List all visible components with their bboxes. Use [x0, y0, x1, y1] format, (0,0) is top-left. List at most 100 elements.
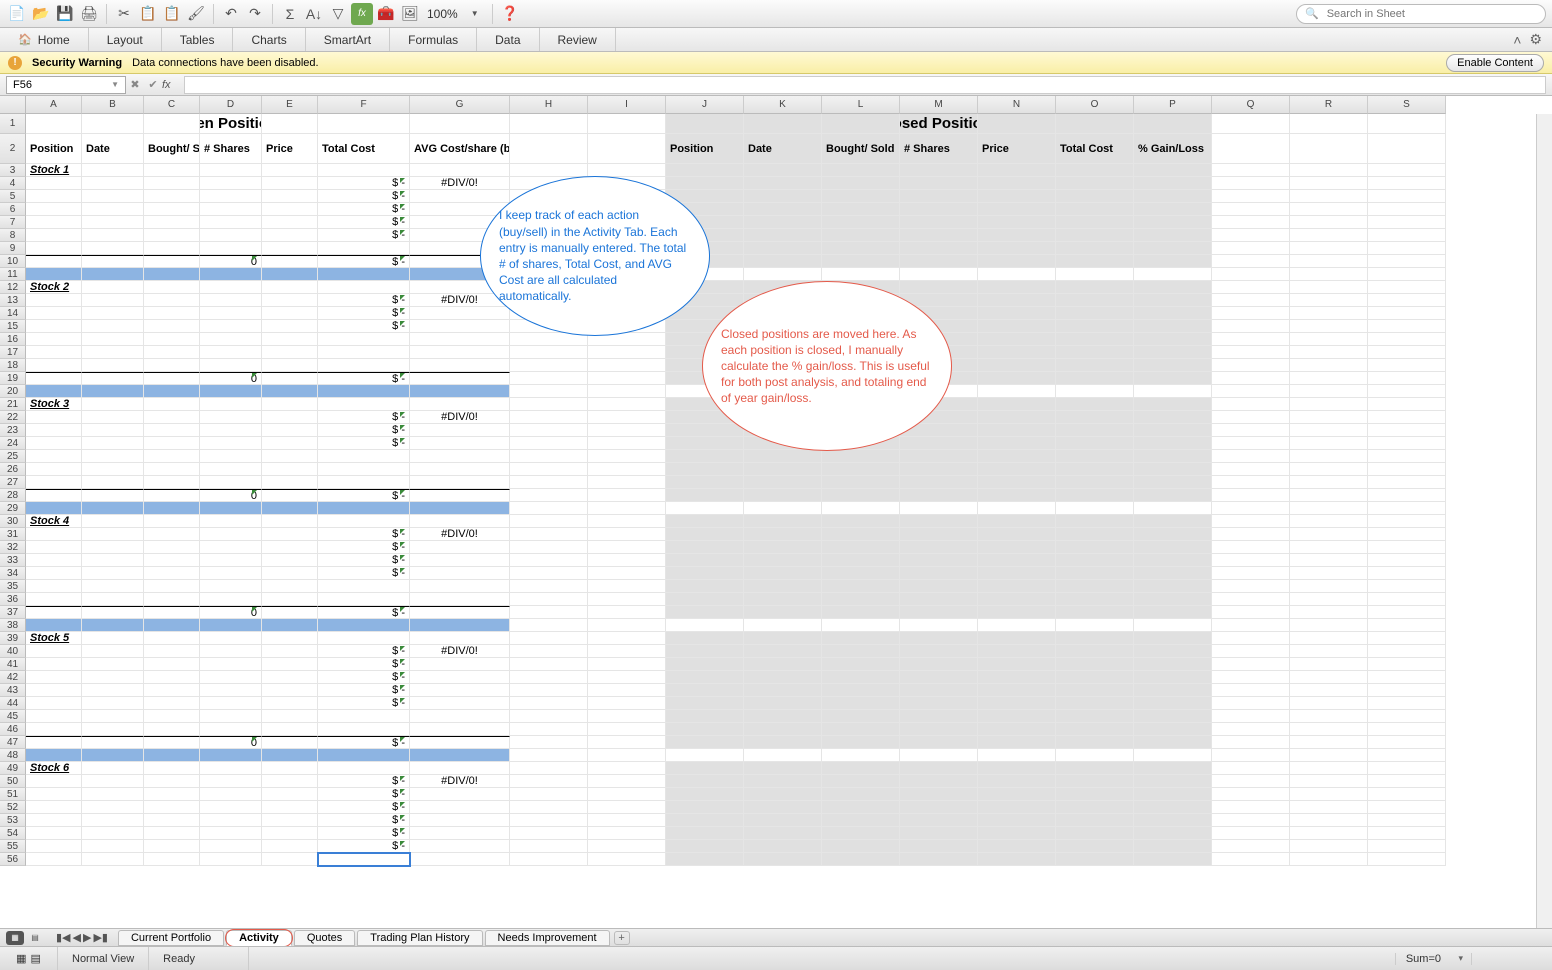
cell[interactable] [262, 619, 318, 632]
cell[interactable]: $ - [318, 736, 410, 749]
new-icon[interactable]: 📄 [6, 3, 28, 25]
cell[interactable] [1212, 541, 1290, 554]
cell[interactable] [318, 749, 410, 762]
cell[interactable] [1212, 307, 1290, 320]
cell[interactable] [1056, 645, 1134, 658]
cell[interactable] [822, 619, 900, 632]
cell[interactable] [144, 216, 200, 229]
cell[interactable] [1212, 134, 1290, 164]
cell[interactable] [1368, 827, 1446, 840]
tab-first-icon[interactable]: ▮◀ [56, 931, 71, 944]
cell[interactable] [1368, 242, 1446, 255]
cell[interactable] [144, 114, 200, 134]
cell[interactable] [200, 684, 262, 697]
cell[interactable] [318, 242, 410, 255]
row-header-21[interactable]: 21 [0, 398, 26, 411]
vertical-scrollbar[interactable] [1536, 114, 1552, 929]
cell[interactable] [1056, 697, 1134, 710]
cell[interactable] [1368, 814, 1446, 827]
cell[interactable] [262, 554, 318, 567]
cell[interactable] [262, 814, 318, 827]
cell[interactable] [1368, 619, 1446, 632]
cell[interactable] [1368, 177, 1446, 190]
cell[interactable]: $ - [318, 307, 410, 320]
cell[interactable] [978, 645, 1056, 658]
col-header-H[interactable]: H [510, 96, 588, 114]
cell[interactable] [666, 671, 744, 684]
cell[interactable] [82, 801, 144, 814]
cell[interactable] [588, 762, 666, 775]
cell[interactable] [82, 788, 144, 801]
cell[interactable] [1290, 580, 1368, 593]
cell[interactable]: Price [262, 134, 318, 164]
cell[interactable] [200, 411, 262, 424]
cell[interactable] [1212, 580, 1290, 593]
cell[interactable] [82, 114, 144, 134]
cell[interactable] [1056, 736, 1134, 749]
cell[interactable] [1368, 268, 1446, 281]
cell[interactable] [1290, 853, 1368, 866]
cell[interactable] [588, 788, 666, 801]
redo-icon[interactable]: ↷ [244, 3, 266, 25]
cell[interactable] [900, 853, 978, 866]
cell[interactable] [410, 710, 510, 723]
cell[interactable] [144, 762, 200, 775]
cell[interactable] [666, 736, 744, 749]
cell[interactable] [744, 229, 822, 242]
cell[interactable] [822, 580, 900, 593]
cell[interactable] [1056, 684, 1134, 697]
cell[interactable] [978, 294, 1056, 307]
cell[interactable] [1056, 268, 1134, 281]
cell[interactable] [26, 502, 82, 515]
cell[interactable] [1212, 632, 1290, 645]
cell[interactable] [744, 515, 822, 528]
save-icon[interactable]: 💾 [54, 3, 76, 25]
cell[interactable] [1290, 593, 1368, 606]
cell[interactable]: 0 [200, 606, 262, 619]
cell[interactable] [144, 203, 200, 216]
cell[interactable] [744, 697, 822, 710]
cell[interactable] [588, 385, 666, 398]
cell[interactable] [1056, 255, 1134, 268]
cell[interactable] [262, 346, 318, 359]
cell[interactable] [262, 515, 318, 528]
row-header-51[interactable]: 51 [0, 788, 26, 801]
cell[interactable] [588, 489, 666, 502]
cell[interactable] [744, 632, 822, 645]
cell[interactable] [1134, 541, 1212, 554]
cell[interactable] [510, 372, 588, 385]
cell[interactable] [318, 359, 410, 372]
row-header-25[interactable]: 25 [0, 450, 26, 463]
cell[interactable] [200, 723, 262, 736]
cell[interactable] [900, 606, 978, 619]
cell[interactable] [510, 827, 588, 840]
cell[interactable] [822, 164, 900, 177]
cell[interactable] [900, 203, 978, 216]
cell[interactable] [510, 814, 588, 827]
print-icon[interactable]: 🖨 [78, 3, 100, 25]
cell[interactable] [200, 775, 262, 788]
cell[interactable] [1134, 463, 1212, 476]
cell[interactable] [1212, 489, 1290, 502]
cell[interactable] [200, 450, 262, 463]
cell[interactable] [26, 606, 82, 619]
cell[interactable] [1368, 359, 1446, 372]
cell[interactable] [144, 385, 200, 398]
cell[interactable] [744, 476, 822, 489]
cell[interactable] [978, 164, 1056, 177]
cell[interactable] [1212, 203, 1290, 216]
cell[interactable] [1368, 567, 1446, 580]
cell[interactable] [1212, 164, 1290, 177]
cell[interactable] [262, 203, 318, 216]
cell[interactable] [144, 736, 200, 749]
cell[interactable] [144, 840, 200, 853]
cell[interactable]: #DIV/0! [410, 411, 510, 424]
cell[interactable] [200, 788, 262, 801]
cell[interactable] [1368, 736, 1446, 749]
cell[interactable] [978, 515, 1056, 528]
cell[interactable] [82, 216, 144, 229]
cell[interactable] [978, 424, 1056, 437]
cell[interactable] [1368, 281, 1446, 294]
cell[interactable] [1290, 359, 1368, 372]
row-header-9[interactable]: 9 [0, 242, 26, 255]
